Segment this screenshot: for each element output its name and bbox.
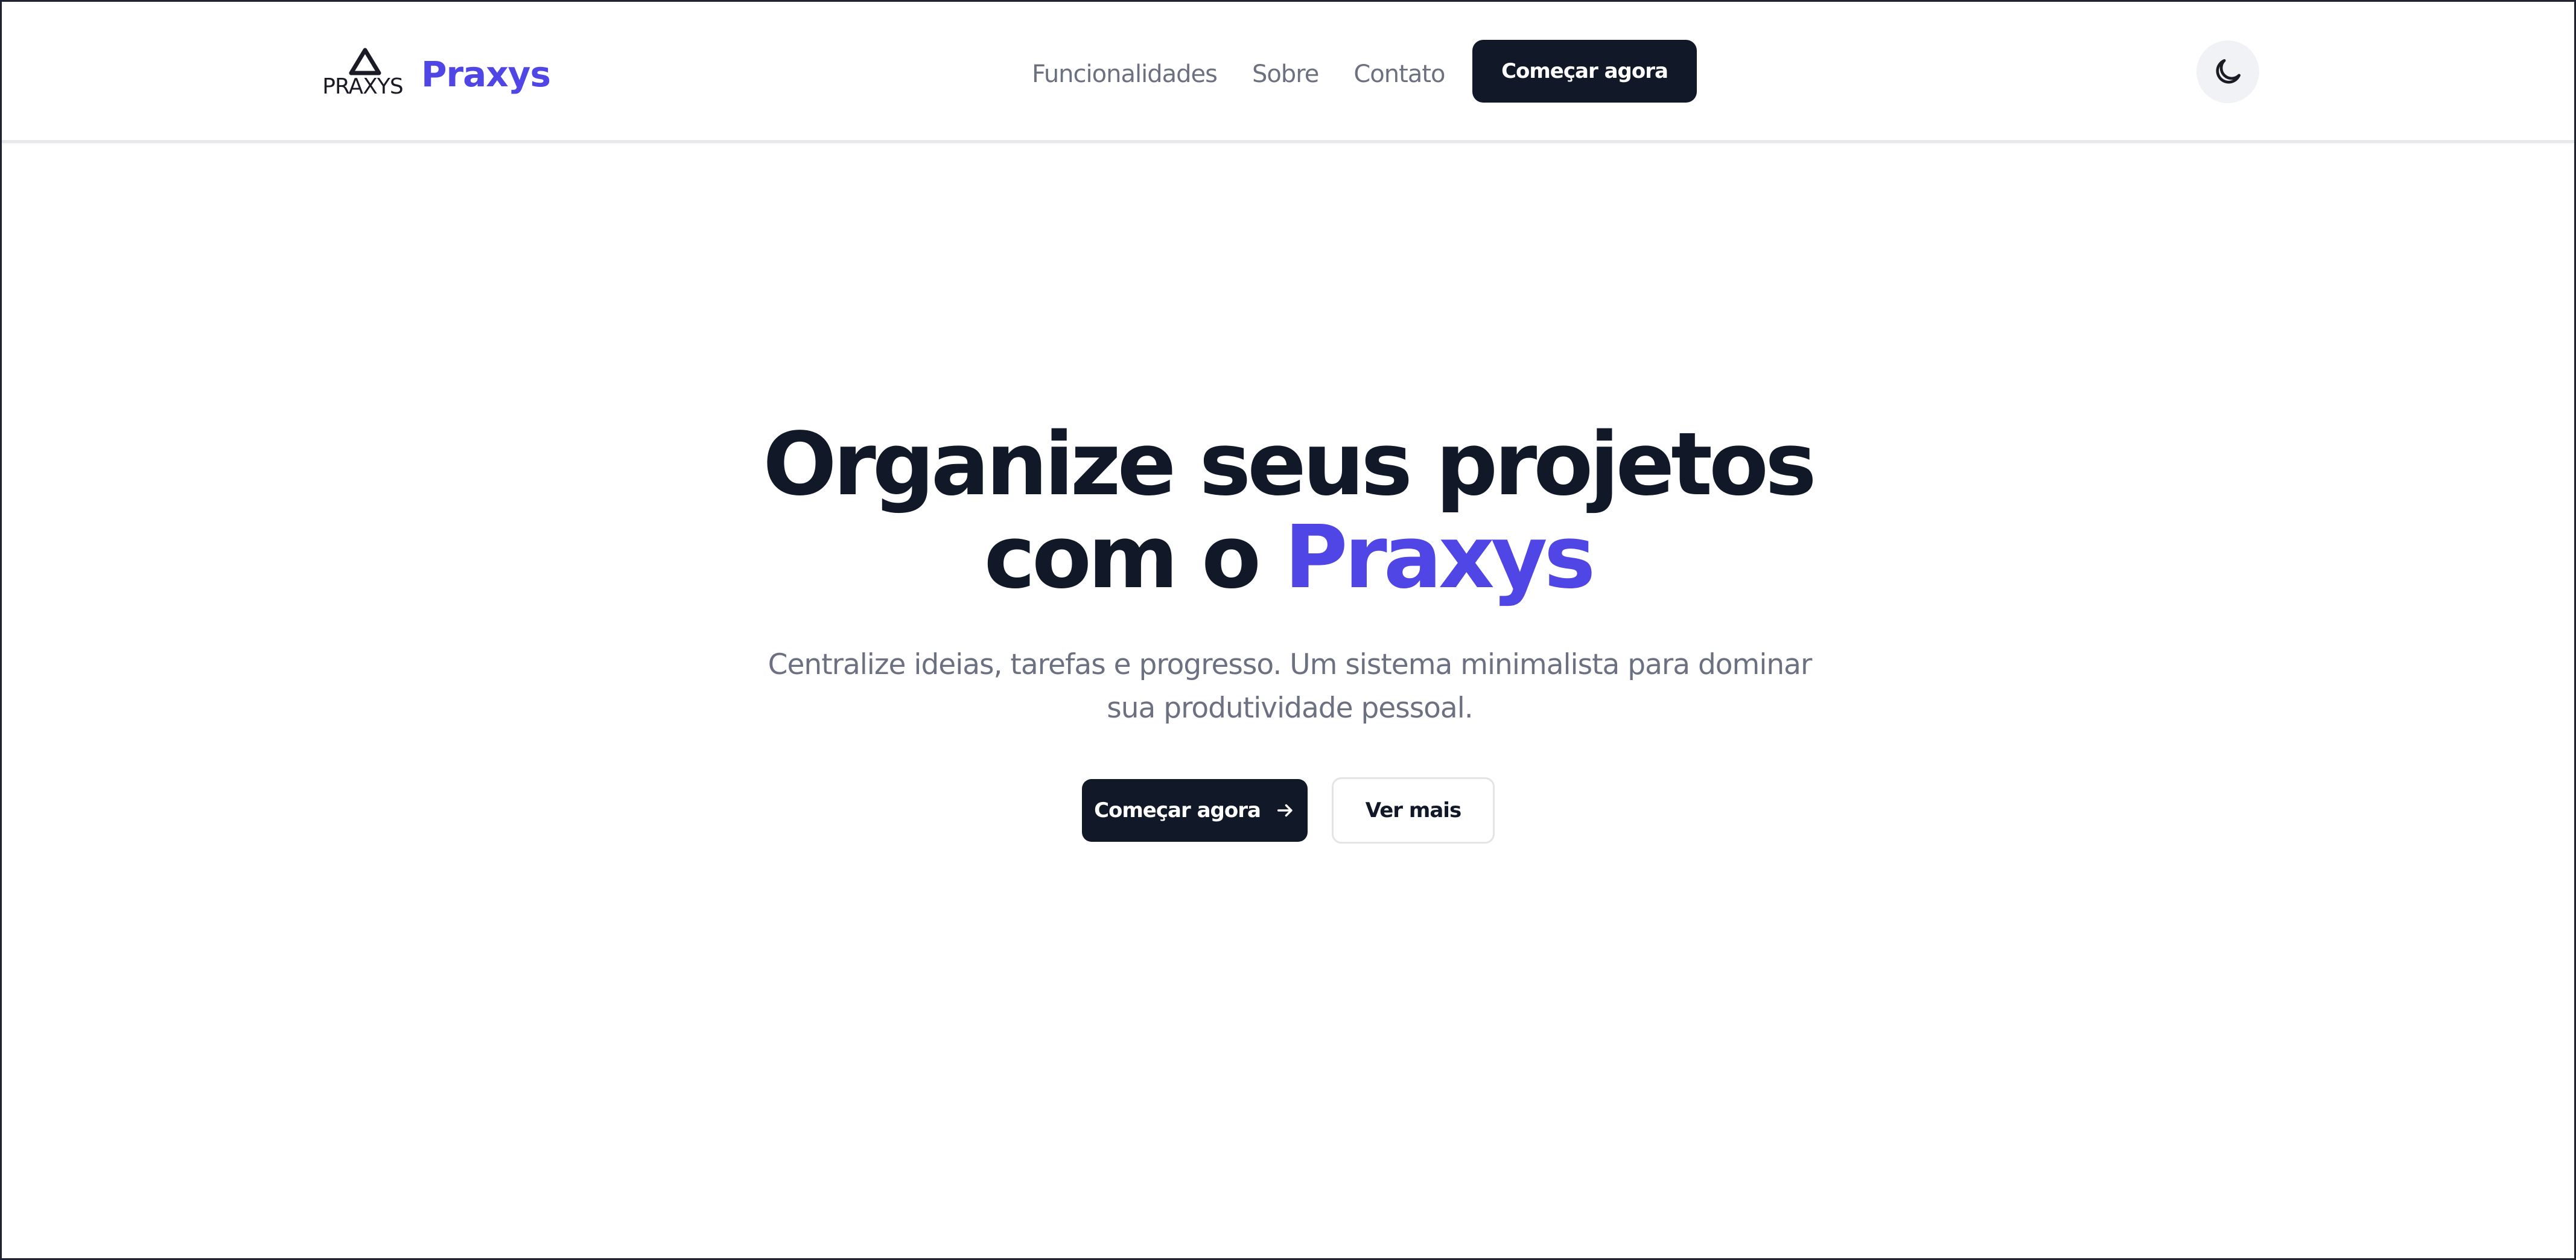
brand-name[interactable]: Praxys <box>421 54 551 95</box>
header-start-button[interactable]: Começar agora <box>1472 40 1697 103</box>
logo-wordmark: PRAXYS <box>322 74 403 99</box>
theme-toggle-button[interactable] <box>2196 40 2259 103</box>
hero-more-button[interactable]: Ver mais <box>1332 777 1495 844</box>
nav-link-funcionalidades[interactable]: Funcionalidades <box>1032 60 1218 88</box>
praxys-logo: PRAXYS <box>320 45 405 103</box>
brand[interactable]: PRAXYS Praxys <box>320 45 551 103</box>
hero-subtitle-line1: Centralize ideias, tarefas e progresso. … <box>768 648 1813 681</box>
site-header: PRAXYS Praxys Funcionalidades Sobre Cont… <box>2 2 2574 143</box>
hero-actions: Começar agora Ver mais <box>1082 777 1495 844</box>
hero-title-line1: Organize seus projetos <box>763 413 1816 515</box>
hero-title-line2-prefix: com o <box>984 506 1285 608</box>
hero-start-button-label: Começar agora <box>1094 798 1261 822</box>
hero-subtitle: Centralize ideias, tarefas e progresso. … <box>726 643 1854 730</box>
hero-start-button[interactable]: Começar agora <box>1082 779 1308 842</box>
hero-title-accent: Praxys <box>1284 506 1595 608</box>
hero-section: Organize seus projetos com o Praxys Cent… <box>2 140 2574 1258</box>
moon-icon <box>2216 59 2240 84</box>
nav-link-contato[interactable]: Contato <box>1353 60 1445 88</box>
hero-subtitle-line2: sua produtividade pessoal. <box>1107 692 1473 725</box>
triangle-logo-icon <box>349 48 381 75</box>
main-nav: Funcionalidades Sobre Contato <box>1032 57 1445 91</box>
nav-link-sobre[interactable]: Sobre <box>1252 60 1319 88</box>
page: PRAXYS Praxys Funcionalidades Sobre Cont… <box>0 0 2576 1260</box>
hero-title: Organize seus projetos com o Praxys <box>2 418 2574 603</box>
arrow-right-icon <box>1277 804 1293 817</box>
